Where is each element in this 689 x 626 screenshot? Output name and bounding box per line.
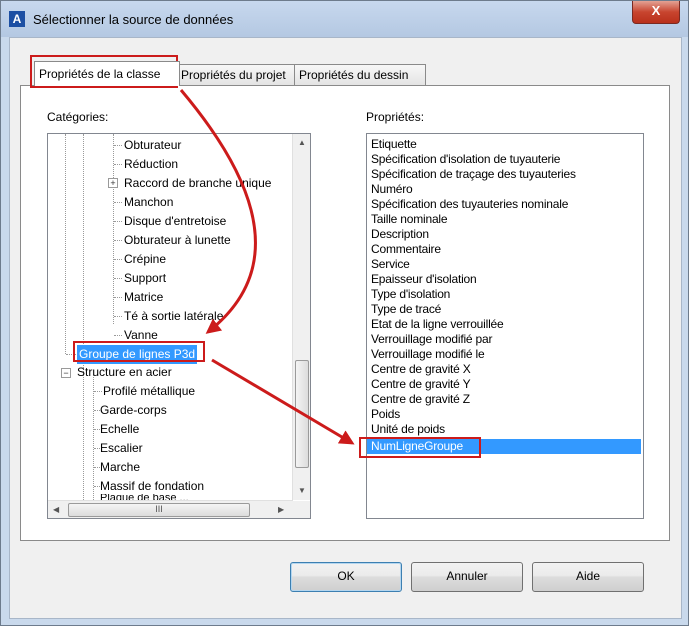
collapse-icon[interactable]: − [61,368,71,378]
tree-line [94,391,102,392]
tree-line [114,297,122,298]
tree-item-structure-acier[interactable]: Structure en acier [77,363,172,382]
scroll-corner [293,501,310,518]
tree-item-obturateur[interactable]: Obturateur [124,136,181,155]
scroll-right-icon[interactable]: ▶ [278,505,284,514]
tree-item-groupe-lignes-p3d[interactable]: Groupe de lignes P3d [77,345,198,364]
property-item[interactable]: Etiquette [371,137,417,152]
help-button[interactable]: Aide [532,562,644,592]
tree-item-obturateur-lunette[interactable]: Obturateur à lunette [124,231,231,250]
expand-icon[interactable]: + [108,178,118,188]
property-item[interactable]: Poids [371,407,400,422]
categories-tree[interactable]: Obturateur Réduction + Raccord de branch… [47,133,311,519]
property-item[interactable]: Verrouillage modifié le [371,347,485,362]
property-item[interactable]: Taille nominale [371,212,448,227]
tab-project-properties[interactable]: Propriétés du projet [176,64,300,85]
tree-item-vanne[interactable]: Vanne [124,326,158,345]
tree-item-support[interactable]: Support [124,269,166,288]
tree-item-te-sortie[interactable]: Té à sortie latérale [124,307,223,326]
tree-line [114,164,122,165]
property-item[interactable]: Centre de gravité X [371,362,471,377]
property-item[interactable]: Spécification de traçage des tuyauteries [371,167,576,182]
tree-item-raccord-branche[interactable]: Raccord de branche unique [124,174,271,193]
cancel-button[interactable]: Annuler [411,562,523,592]
tree-item-matrice[interactable]: Matrice [124,288,163,307]
horizontal-scrollbar[interactable]: ◀ III ▶ [48,500,293,518]
tree-line [66,354,76,355]
tree-line [114,259,122,260]
ok-button[interactable]: OK [290,562,402,592]
property-item[interactable]: Type d'isolation [371,287,450,302]
tab-drawing-properties[interactable]: Propriétés du dessin [294,64,426,85]
scroll-left-icon[interactable]: ◀ [53,505,59,514]
scroll-up-icon[interactable]: ▲ [298,138,306,147]
tree-item-echelle[interactable]: Echelle [100,420,139,439]
vertical-scroll-thumb[interactable] [295,360,309,468]
property-item[interactable]: Description [371,227,429,242]
property-item-numlignegroupe[interactable]: NumLigneGroupe [367,439,641,454]
tree-line [65,134,66,354]
tree-line [83,134,84,518]
property-item[interactable]: Service [371,257,410,272]
tree-line [93,374,94,518]
property-item[interactable]: Unité de poids [371,422,445,437]
properties-label: Propriétés: [366,110,425,124]
tree-item-reduction[interactable]: Réduction [124,155,178,174]
tree-line [114,145,122,146]
property-item[interactable]: Etat de la ligne verrouillée [371,317,504,332]
property-item[interactable]: Type de tracé [371,302,441,317]
property-item[interactable]: Centre de gravité Z [371,392,470,407]
tree-line [114,278,122,279]
tree-item-disque[interactable]: Disque d'entretoise [124,212,226,231]
property-item[interactable]: Epaisseur d'isolation [371,272,477,287]
tree-item-escalier[interactable]: Escalier [100,439,143,458]
tree-line [113,134,114,324]
tree-line [114,240,122,241]
property-item[interactable]: Spécification des tuyauteries nominale [371,197,568,212]
property-item[interactable]: Centre de gravité Y [371,377,471,392]
close-button[interactable]: X [632,1,680,24]
tree-item-marche[interactable]: Marche [100,458,140,477]
scroll-down-icon[interactable]: ▼ [298,486,306,495]
property-item[interactable]: Commentaire [371,242,441,257]
tree-line [114,221,122,222]
tree-item-garde-corps[interactable]: Garde-corps [100,401,167,420]
tree-line [114,316,122,317]
window-title: Sélectionner la source de données [33,12,234,27]
property-item[interactable]: Verrouillage modifié par [371,332,492,347]
title-bar[interactable]: A Sélectionner la source de données X [1,1,688,37]
tree-item-crepine[interactable]: Crépine [124,250,166,269]
tab-class-properties[interactable]: Propriétés de la classe [34,61,180,86]
tree-item-manchon[interactable]: Manchon [124,193,173,212]
vertical-scrollbar[interactable]: ▲ ▼ [292,134,310,500]
properties-list[interactable]: Etiquette Spécification d'isolation de t… [366,133,644,519]
property-item[interactable]: Numéro [371,182,413,197]
property-item[interactable]: Spécification d'isolation de tuyauterie [371,152,560,167]
autocad-app-icon: A [9,11,25,27]
horizontal-scroll-thumb[interactable]: III [68,503,250,517]
tree-line [114,202,122,203]
tree-line [114,335,122,336]
tree-item-profile-metallique[interactable]: Profilé métallique [103,382,195,401]
categories-label: Catégories: [47,110,109,124]
